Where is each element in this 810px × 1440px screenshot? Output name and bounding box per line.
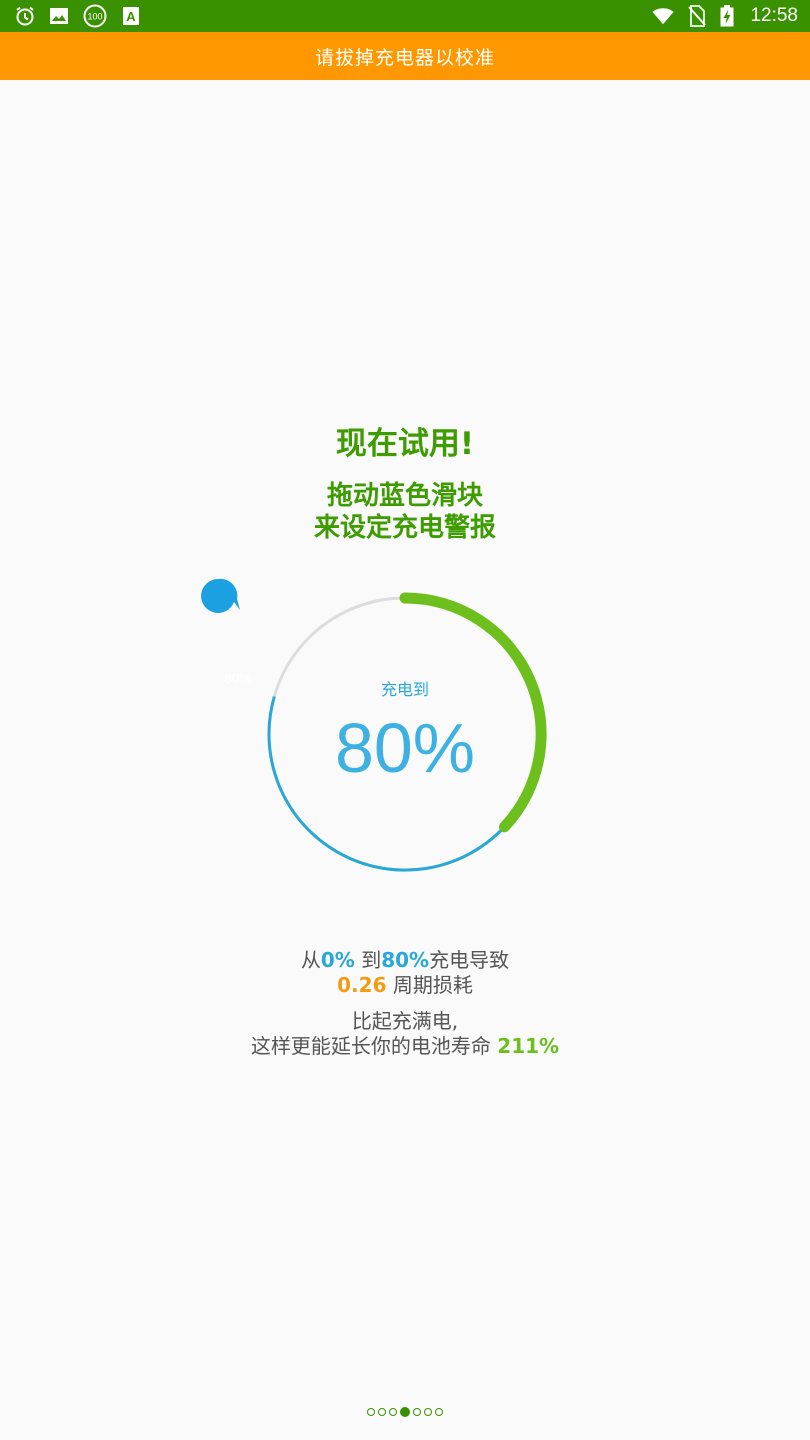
battery-charging-icon bbox=[720, 5, 734, 27]
info-cycle-value: 0.26 bbox=[337, 973, 387, 997]
badge-100-text: 100 bbox=[87, 12, 102, 22]
info-line-4: 这样更能延长你的电池寿命 211% bbox=[0, 1030, 810, 1059]
badge-100-icon: 100 bbox=[82, 4, 108, 28]
text-a-letter: A bbox=[126, 9, 136, 24]
page-dot bbox=[424, 1408, 432, 1416]
charge-to-value: 80% bbox=[334, 709, 476, 787]
status-bar: 100 A 12:58 bbox=[0, 0, 810, 32]
status-time: 12:58 bbox=[750, 5, 798, 26]
text-a-icon: A bbox=[120, 5, 142, 27]
page-dot bbox=[389, 1408, 397, 1416]
page-dot bbox=[435, 1408, 443, 1416]
page-indicator bbox=[0, 1407, 810, 1417]
banner-text: 请拔掉充电器以校准 bbox=[314, 46, 495, 69]
charge-gauge[interactable]: 80% 充电到 80% bbox=[200, 578, 620, 898]
charge-to-label: 充电到 bbox=[380, 680, 429, 699]
info-life-prefix: 这样更能延长你的电池寿命 bbox=[250, 1034, 498, 1058]
info-line-2: 0.26 周期损耗 bbox=[0, 969, 810, 998]
info-life-value: 211% bbox=[497, 1034, 560, 1058]
unplug-charger-banner[interactable]: 请拔掉充电器以校准 bbox=[0, 32, 810, 80]
page-dot bbox=[413, 1408, 421, 1416]
page-dot bbox=[378, 1408, 386, 1416]
try-now-headline: 现在试用! bbox=[335, 426, 475, 462]
image-icon bbox=[48, 5, 70, 27]
slider-knob[interactable] bbox=[200, 578, 242, 614]
instruction-line-2: 来设定充电警报 bbox=[313, 513, 496, 543]
alarm-icon bbox=[14, 5, 36, 27]
info-cycle-suffix: 周期损耗 bbox=[386, 973, 473, 997]
page-dot bbox=[367, 1408, 375, 1416]
page-dot bbox=[400, 1407, 410, 1417]
no-sim-icon bbox=[686, 5, 708, 27]
wifi-icon bbox=[652, 5, 674, 27]
